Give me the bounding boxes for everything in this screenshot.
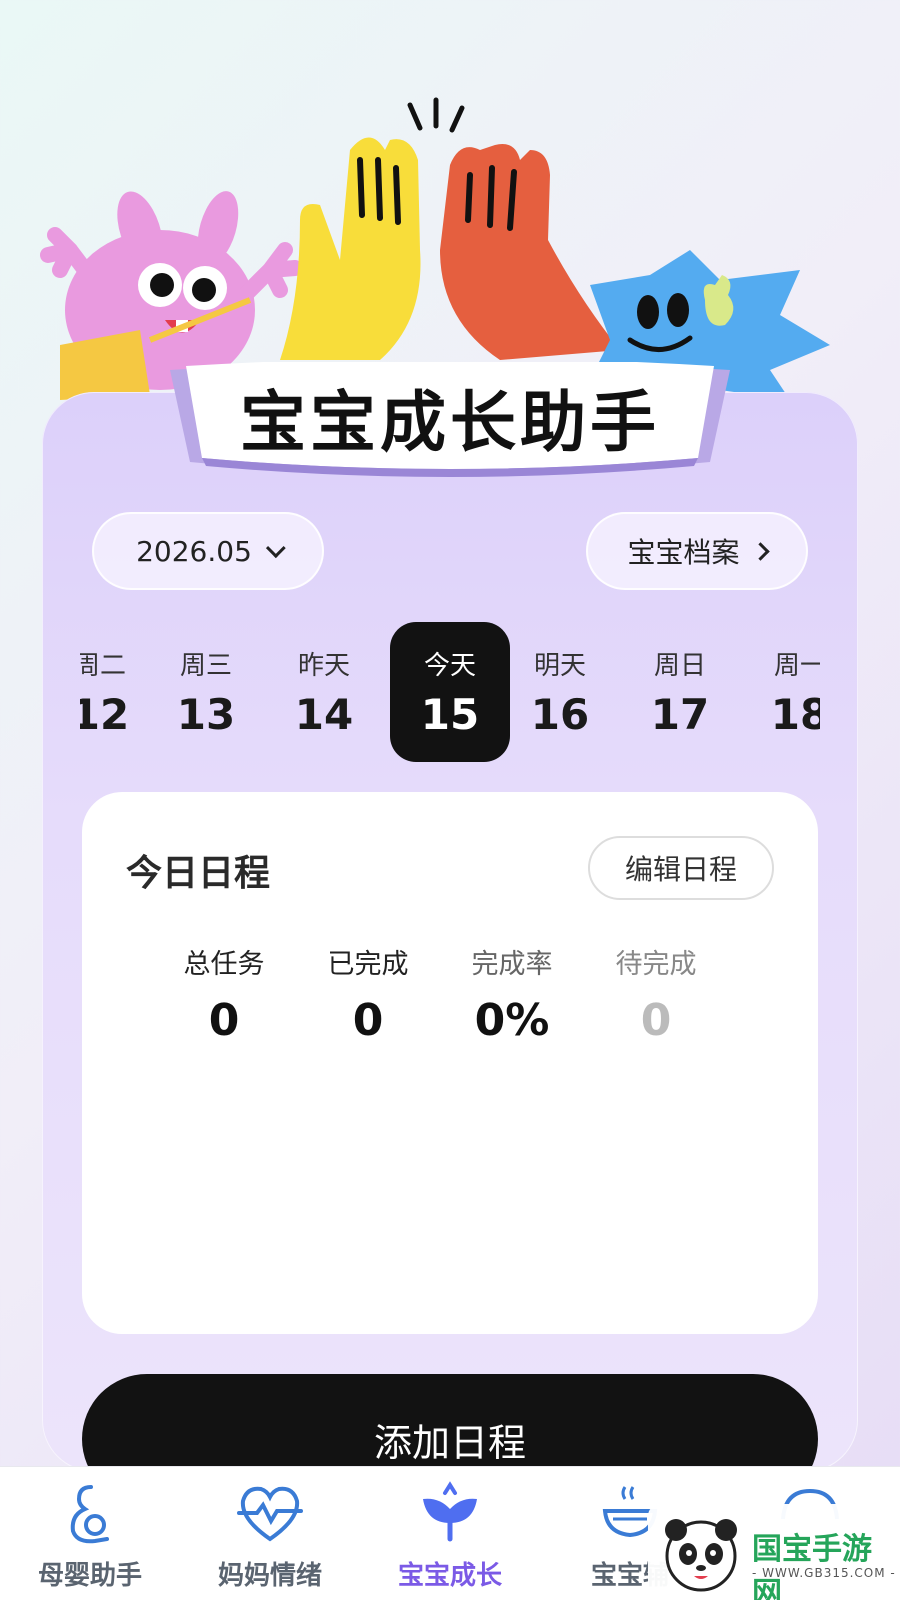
tab-baby-growth[interactable]: 宝宝成长 (360, 1467, 540, 1600)
watermark-name: 国宝手游网 (752, 1532, 872, 1600)
day-number: 16 (530, 690, 590, 739)
day-item[interactable]: 周三 13 (146, 622, 266, 762)
day-item-today[interactable]: 今天 15 (390, 622, 510, 762)
heart-pulse-icon (237, 1486, 303, 1542)
stat-completed: 已完成 0 (294, 942, 442, 1046)
profile-label: 宝宝档案 (627, 536, 740, 569)
day-item[interactable]: 昨天 14 (264, 622, 384, 762)
day-weekday: 周日 (653, 651, 706, 681)
schedule-title: 今日日程 (126, 853, 271, 894)
stat-value: 0 (208, 995, 240, 1046)
stat-label: 已完成 (327, 949, 409, 980)
stat-value: 0 (352, 995, 384, 1046)
panda-logo-icon (665, 1519, 737, 1592)
day-item[interactable]: 周日 17 (620, 622, 740, 762)
pregnancy-icon (70, 1485, 109, 1544)
tab-label: 母婴助手 (37, 1561, 142, 1591)
chevron-down-icon (265, 538, 286, 559)
day-number: 15 (420, 690, 480, 739)
stat-completion-rate: 完成率 0% (438, 942, 586, 1046)
day-weekday: 周二 (80, 651, 126, 681)
tab-maternal-assistant[interactable]: 母婴助手 (0, 1467, 180, 1600)
day-weekday: 今天 (423, 651, 476, 681)
day-weekday: 周三 (179, 651, 232, 681)
sprout-icon (423, 1481, 477, 1542)
baby-profile-button[interactable]: 宝宝档案 (586, 512, 808, 590)
tab-mom-mood[interactable]: 妈妈情绪 (180, 1467, 360, 1600)
stat-label: 总任务 (183, 949, 265, 980)
watermark-url: - WWW.GB315.COM - (752, 1566, 896, 1580)
stat-label: 完成率 (471, 949, 553, 980)
stat-value: 0% (474, 995, 550, 1046)
schedule-card: 今日日程 编辑日程 总任务 0 已完成 0 完成率 0% 待完成 0 (82, 792, 818, 1334)
stat-total-tasks: 总任务 0 (150, 942, 298, 1046)
day-number: 18 (770, 690, 820, 739)
month-selector[interactable]: 2026.05 (92, 512, 324, 590)
orange-hand (440, 144, 620, 360)
day-strip: 周二 12 周三 13 昨天 14 今天 15 明天 16 周日 17 周一 1… (80, 622, 820, 762)
chevron-right-icon (750, 541, 770, 561)
day-weekday: 明天 (533, 651, 586, 681)
edit-schedule-button[interactable]: 编辑日程 (588, 836, 774, 900)
stat-pending: 待完成 0 (582, 942, 730, 1046)
app-title: 宝宝成长助手 (240, 384, 660, 461)
tab-label: 妈妈情绪 (217, 1561, 322, 1591)
day-item[interactable]: 明天 16 (500, 622, 620, 762)
yellow-hand (280, 137, 421, 360)
watermark: 国宝手游网 - WWW.GB315.COM - (648, 1504, 900, 1600)
day-number: 12 (80, 690, 130, 739)
day-number: 17 (650, 690, 710, 739)
day-item[interactable]: 周一 18 (740, 622, 820, 762)
day-weekday: 昨天 (297, 651, 350, 681)
tab-label: 宝宝成长 (397, 1561, 502, 1591)
month-label: 2026.05 (136, 534, 252, 568)
stat-value: 0 (640, 995, 672, 1046)
day-number: 14 (294, 690, 354, 739)
day-weekday: 周一 (773, 651, 820, 681)
day-number: 13 (176, 690, 236, 739)
stat-label: 待完成 (615, 949, 697, 980)
